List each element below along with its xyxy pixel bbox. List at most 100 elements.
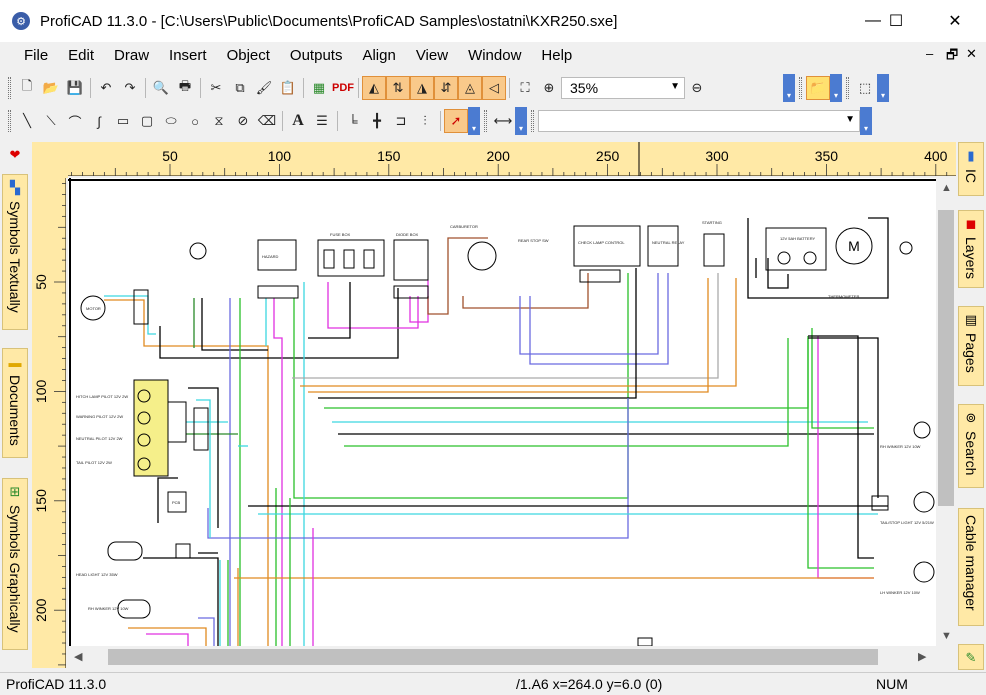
polyline-icon[interactable]: ⟍ <box>39 109 63 133</box>
menu-view[interactable]: View <box>406 42 458 70</box>
extra-panel-tab[interactable]: ✎ <box>958 644 984 670</box>
flip-horizontal-icon[interactable]: ◭ <box>362 76 386 100</box>
chevron-down-icon[interactable]: ▼ <box>670 81 680 92</box>
documents-tab[interactable]: ▬ Documents <box>2 348 28 458</box>
menu-align[interactable]: Align <box>352 42 405 70</box>
search-tab[interactable]: ⊚ Search <box>958 404 984 488</box>
dimension-icon[interactable]: ⟷ <box>491 109 515 133</box>
component-label: TAIL PILOT 12V 2W <box>76 460 112 465</box>
component-label: HEAD LIGHT 12V 35W <box>76 572 118 577</box>
vertical-scroll-thumb[interactable] <box>938 210 954 506</box>
flip-vertical-icon[interactable]: ⇅ <box>386 76 410 100</box>
tab-label: Search <box>963 431 979 476</box>
scroll-left-icon[interactable]: ◀ <box>74 650 82 663</box>
pages-tab[interactable]: ▤ Pages <box>958 306 984 386</box>
connector-icon[interactable]: ⊐ <box>389 109 413 133</box>
menu-draw[interactable]: Draw <box>104 42 159 70</box>
horizontal-scrollbar[interactable]: ◀ ▶ <box>68 646 936 668</box>
rectangle-icon[interactable]: ▭ <box>111 109 135 133</box>
mdi-minimize-button[interactable]: – <box>926 46 933 61</box>
redo-icon[interactable]: ↷ <box>118 76 142 100</box>
paste-icon[interactable]: 📋 <box>276 76 300 100</box>
drawing-canvas[interactable]: M MOTOR HAZARD FUSE BOX DIODE BOX CARBUR… <box>68 178 936 646</box>
curve-icon[interactable]: ∫ <box>87 109 111 133</box>
cut-icon[interactable]: ✂ <box>204 76 228 100</box>
menu-edit[interactable]: Edit <box>58 42 104 70</box>
motor-symbol-label: M <box>848 238 860 254</box>
menu-help[interactable]: Help <box>531 42 582 70</box>
toolbar-overflow-icon[interactable]: ▾ <box>877 74 889 102</box>
symbols-graphically-tab[interactable]: ⊞ Symbols Graphically <box>2 478 28 650</box>
app-icon[interactable]: ⚙ <box>12 12 30 30</box>
bezier-icon[interactable]: ⧖ <box>207 109 231 133</box>
circle-icon[interactable]: ○ <box>183 109 207 133</box>
ellipse-icon[interactable]: ⬭ <box>159 109 183 133</box>
toolbar-overflow-icon[interactable]: ▾ <box>783 74 795 102</box>
ruler-tick-label: 200 <box>487 148 511 164</box>
chevron-down-icon[interactable]: ▼ <box>845 114 855 125</box>
menu-object[interactable]: Object <box>217 42 280 70</box>
toolbar-overflow-icon[interactable]: ▾ <box>515 107 527 135</box>
close-button[interactable]: ✕ <box>932 0 978 42</box>
folder-icon[interactable]: 📁 <box>806 76 830 100</box>
tab-label: Cable manager <box>963 515 979 611</box>
hatch-icon[interactable]: ⊘ <box>231 109 255 133</box>
arc-icon[interactable]: ⌒ <box>63 109 87 133</box>
scroll-up-icon[interactable]: ▲ <box>941 182 952 194</box>
menu-file[interactable]: File <box>14 42 58 70</box>
print-icon[interactable]: 🖶 <box>173 76 197 100</box>
undo-icon[interactable]: ↶ <box>94 76 118 100</box>
new-icon[interactable]: 🗋 <box>15 76 39 100</box>
rotate-right-icon[interactable]: ⇵ <box>434 76 458 100</box>
mdi-restore-button[interactable]: 🗗 <box>946 46 958 68</box>
vertical-scrollbar[interactable]: ▲ ▼ <box>936 178 956 646</box>
export-image-icon[interactable]: ▦ <box>307 76 331 100</box>
rotate-left-icon[interactable]: ◮ <box>410 76 434 100</box>
scroll-right-icon[interactable]: ▶ <box>918 650 926 663</box>
cable-manager-tab[interactable]: Cable manager <box>958 508 984 626</box>
scroll-down-icon[interactable]: ▼ <box>941 630 952 642</box>
save-icon[interactable]: 💾 <box>63 76 87 100</box>
erase-icon[interactable]: ⌫ <box>255 109 279 133</box>
copy-icon[interactable]: ⧉ <box>228 76 252 100</box>
rounded-rect-icon[interactable]: ▢ <box>135 109 159 133</box>
open-icon[interactable]: 📂 <box>39 76 63 100</box>
mdi-close-button[interactable]: ✕ <box>966 46 977 62</box>
paragraph-icon[interactable]: ☰ <box>310 109 334 133</box>
print-preview-icon[interactable]: 🔍 <box>149 76 173 100</box>
component-label: CHECK LAMP CONTROL <box>578 240 625 245</box>
toolbar-overflow-icon[interactable]: ▾ <box>830 74 842 102</box>
wire-icon[interactable]: ╘ <box>341 109 365 133</box>
text-icon[interactable]: A <box>286 109 310 133</box>
favorites-panel-tab[interactable]: ❤ <box>2 142 28 170</box>
symbols-textually-tab[interactable]: ▚ Symbols Textually <box>2 174 28 330</box>
pdf-icon[interactable]: PDF <box>331 76 355 100</box>
menu-insert[interactable]: Insert <box>159 42 217 70</box>
layer-combobox[interactable]: ▼ <box>538 110 860 132</box>
ic-tab[interactable]: ▮ IC <box>958 142 984 196</box>
zoom-fit-icon[interactable]: ⛶ <box>513 76 537 100</box>
cable-icon[interactable]: ⫶ <box>413 109 437 133</box>
toolbar-grip[interactable] <box>8 77 11 99</box>
format-painter-icon[interactable]: 🖌 <box>252 76 276 100</box>
mirror-icon[interactable]: ◬ <box>458 76 482 100</box>
select-frame-icon[interactable]: ⬚ <box>853 76 877 100</box>
toolbar-overflow-icon[interactable]: ▾ <box>860 107 872 135</box>
zoom-combobox[interactable]: 35% ▼ <box>561 77 685 99</box>
menu-outputs[interactable]: Outputs <box>280 42 353 70</box>
toolbar-overflow-icon[interactable]: ▾ <box>468 107 480 135</box>
horizontal-scroll-thumb[interactable] <box>108 649 878 665</box>
symbols-text-icon: ▚ <box>10 180 20 195</box>
line-icon[interactable]: ╲ <box>15 109 39 133</box>
ruler-tick-label: 150 <box>377 148 401 164</box>
zoom-in-icon[interactable]: ⊕ <box>537 76 561 100</box>
layers-tab[interactable]: ◼ Layers <box>958 210 984 288</box>
junction-icon[interactable]: ╋ <box>365 109 389 133</box>
zoom-out-icon[interactable]: ⊖ <box>685 76 709 100</box>
maximize-button[interactable]: ☐ <box>873 0 919 42</box>
title-bar: ⚙ ProfiCAD 11.3.0 - [C:\Users\Public\Doc… <box>0 0 986 42</box>
pointer-icon[interactable]: ➚ <box>444 109 468 133</box>
pages-icon: ▤ <box>964 312 978 327</box>
mirror-alt-icon[interactable]: ◁ <box>482 76 506 100</box>
menu-window[interactable]: Window <box>458 42 531 70</box>
